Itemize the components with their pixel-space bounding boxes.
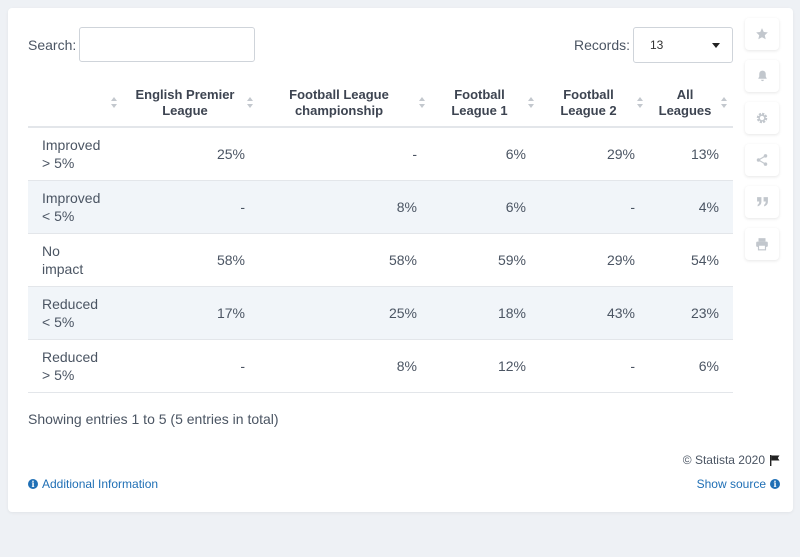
table-cell: - [540, 339, 649, 393]
column-header-all-leagues[interactable]: All Leagues [649, 80, 733, 128]
table-cell: 6% [649, 339, 733, 393]
show-source-link[interactable]: Show source i [697, 477, 780, 491]
quote-icon [756, 197, 768, 207]
sort-icon [247, 97, 253, 109]
table-row: No impact 58% 58% 59% 29% 54% [28, 233, 733, 287]
settings-button[interactable] [745, 102, 779, 134]
table-cell: 23% [649, 286, 733, 340]
side-toolbar [745, 18, 779, 260]
records-label: Records: [574, 37, 631, 53]
table-cell: 59% [431, 233, 540, 287]
info-icon: i [28, 479, 38, 489]
table-cell: 4% [649, 180, 733, 234]
table-row: Improved < 5% - 8% 6% - 4% [28, 180, 733, 234]
table-cell: 58% [123, 233, 259, 287]
gear-icon [756, 112, 768, 124]
sort-icon [637, 97, 643, 109]
records-select[interactable]: 13 [633, 27, 733, 63]
table-cell: 25% [259, 286, 431, 340]
show-source-label: Show source [696, 477, 766, 491]
row-label: Improved < 5% [28, 180, 123, 234]
table-cell: 58% [259, 233, 431, 287]
bell-icon [757, 70, 767, 82]
row-label: Reduced > 5% [28, 339, 123, 393]
column-header-league-1[interactable]: Football League 1 [431, 80, 540, 128]
sort-icon [721, 97, 727, 109]
table-cell: 13% [649, 127, 733, 181]
copyright-text: © Statista 2020 [682, 453, 765, 467]
data-table: English Premier League Football League cha… [28, 80, 733, 393]
share-button[interactable] [745, 144, 779, 176]
table-cell: 8% [259, 339, 431, 393]
table-cell: - [540, 180, 649, 234]
table-cell: 29% [540, 233, 649, 287]
sort-icon [528, 97, 534, 109]
row-label: Reduced < 5% [28, 286, 123, 340]
print-button[interactable] [745, 228, 779, 260]
search-input[interactable] [79, 27, 255, 62]
flag-icon[interactable] [770, 454, 780, 466]
table-cell: 6% [431, 127, 540, 181]
column-header-premier-league[interactable]: English Premier League [123, 80, 259, 128]
print-icon [756, 238, 768, 251]
star-icon [756, 28, 768, 40]
cite-button[interactable] [745, 186, 779, 218]
table-cell: 8% [259, 180, 431, 234]
info-icon: i [770, 479, 780, 489]
entries-summary: Showing entries 1 to 5 (5 entries in tot… [28, 411, 279, 427]
table-cell: 43% [540, 286, 649, 340]
table-cell: - [123, 339, 259, 393]
table-cell: 54% [649, 233, 733, 287]
caret-down-icon [712, 43, 720, 48]
table-cell: - [123, 180, 259, 234]
table-header-row: English Premier League Football League cha… [28, 80, 733, 128]
column-header-league-2[interactable]: Football League 2 [540, 80, 649, 128]
share-icon [756, 154, 768, 166]
table-cell: 29% [540, 127, 649, 181]
table-row: Reduced > 5% - 8% 12% - 6% [28, 339, 733, 393]
bookmark-button[interactable] [745, 18, 779, 50]
sort-icon [419, 97, 425, 109]
table-cell: - [259, 127, 431, 181]
additional-information-link[interactable]: i Additional Information [28, 477, 158, 491]
table-cell: 17% [123, 286, 259, 340]
column-header-category[interactable] [28, 80, 123, 128]
row-label: No impact [28, 233, 123, 287]
notification-button[interactable] [745, 60, 779, 92]
search-label: Search: [28, 37, 77, 53]
copyright: © Statista 2020 [683, 453, 780, 467]
additional-information-label: Additional Information [42, 477, 159, 491]
records-value: 13 [650, 38, 664, 52]
sort-icon [111, 97, 117, 109]
table-cell: 25% [123, 127, 259, 181]
table-row: Reduced < 5% 17% 25% 18% 43% 23% [28, 286, 733, 340]
table-cell: 6% [431, 180, 540, 234]
table-cell: 18% [431, 286, 540, 340]
column-header-championship[interactable]: Football League championship [259, 80, 431, 128]
table-cell: 12% [431, 339, 540, 393]
table-row: Improved > 5% 25% - 6% 29% 13% [28, 127, 733, 181]
row-label: Improved > 5% [28, 127, 123, 181]
